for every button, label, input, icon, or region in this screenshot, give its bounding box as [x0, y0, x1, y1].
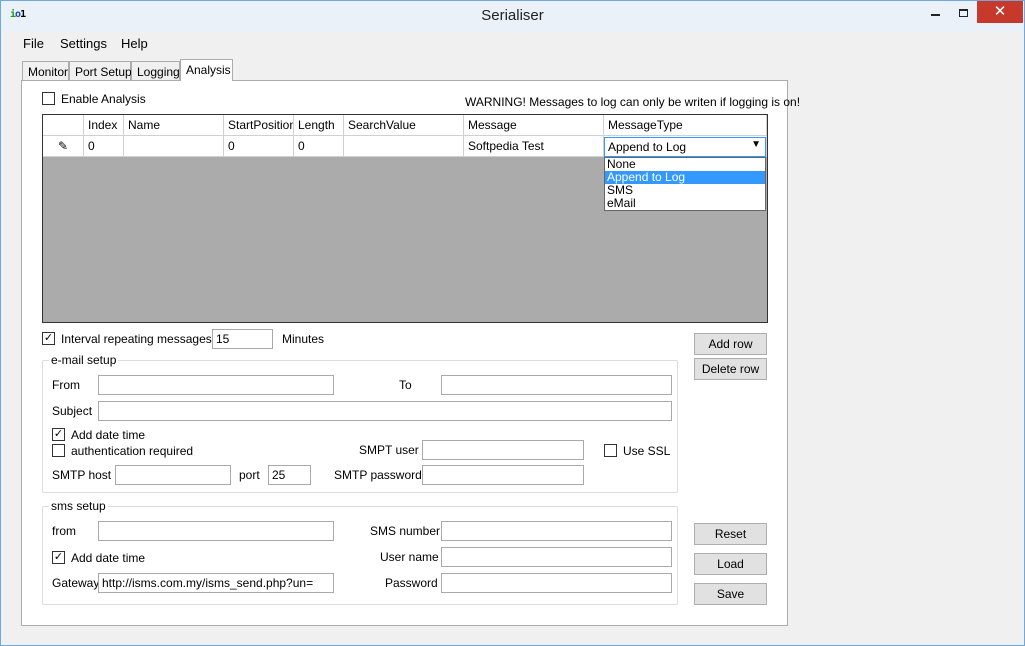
- sms-setup-title: sms setup: [49, 499, 108, 513]
- smtp-host-label: SMTP host: [52, 468, 112, 482]
- grid-corner: [43, 115, 84, 136]
- menu-bar: File Settings Help: [1, 33, 1024, 55]
- column-header-searchvalue[interactable]: SearchValue: [344, 115, 464, 136]
- column-header-name[interactable]: Name: [124, 115, 224, 136]
- sms-from-field[interactable]: [98, 521, 334, 541]
- sms-password-field[interactable]: [441, 573, 672, 593]
- cell-startposition[interactable]: 0: [224, 136, 294, 157]
- auth-required-label: authentication required: [71, 444, 194, 458]
- use-ssl-checkbox[interactable]: [604, 444, 617, 457]
- tab-logging[interactable]: Logging: [131, 61, 180, 81]
- messagetype-combo-value: Append to Log: [608, 140, 687, 154]
- email-from-label: From: [52, 378, 80, 392]
- dropdown-option-email[interactable]: eMail: [605, 197, 765, 210]
- chevron-down-icon[interactable]: ▼: [751, 139, 761, 150]
- smpt-user-field[interactable]: [422, 440, 584, 460]
- smpt-user-label: SMPT user: [359, 443, 419, 457]
- delete-row-button[interactable]: Delete row: [694, 358, 767, 380]
- smtp-password-field[interactable]: [422, 465, 584, 485]
- use-ssl-label: Use SSL: [623, 444, 671, 458]
- app-window: io1 Serialiser ✕ File Settings Help Moni…: [0, 0, 1025, 646]
- cell-searchvalue[interactable]: [344, 136, 464, 157]
- load-button[interactable]: Load: [694, 553, 767, 575]
- row-edit-icon[interactable]: ✎: [43, 136, 84, 157]
- close-icon[interactable]: ✕: [977, 1, 1023, 23]
- auth-required-checkbox[interactable]: [52, 444, 65, 457]
- column-header-index[interactable]: Index: [84, 115, 124, 136]
- maximize-icon[interactable]: [949, 1, 977, 23]
- email-to-field[interactable]: [441, 375, 672, 395]
- messagetype-combo[interactable]: Append to Log ▼: [604, 137, 766, 157]
- sms-number-label: SMS number: [370, 524, 441, 538]
- minimize-icon[interactable]: [921, 1, 949, 23]
- enable-analysis-checkbox[interactable]: [42, 92, 55, 105]
- interval-label: Interval repeating messages for: [61, 332, 230, 346]
- cell-length[interactable]: 0: [294, 136, 344, 157]
- gateway-field[interactable]: http://isms.com.my/isms_send.php?un=: [98, 573, 334, 593]
- column-header-startposition[interactable]: StartPosition: [224, 115, 294, 136]
- warning-text: WARNING! Messages to log can only be wri…: [465, 95, 801, 109]
- user-name-label: User name: [380, 550, 439, 564]
- tab-analysis[interactable]: Analysis: [180, 59, 233, 81]
- column-header-message[interactable]: Message: [464, 115, 604, 136]
- add-row-button[interactable]: Add row: [694, 333, 767, 355]
- window-title: Serialiser: [481, 7, 544, 24]
- messagetype-dropdown[interactable]: None Append to Log SMS eMail: [604, 157, 766, 211]
- smtp-host-field[interactable]: [115, 465, 231, 485]
- sms-number-field[interactable]: [441, 521, 672, 541]
- save-button[interactable]: Save: [694, 583, 767, 605]
- email-add-date-checkbox[interactable]: ✓: [52, 428, 65, 441]
- email-to-label: To: [399, 378, 412, 392]
- sms-add-date-label: Add date time: [71, 551, 146, 565]
- cell-index[interactable]: 0: [84, 136, 124, 157]
- smtp-password-label: SMTP password: [334, 468, 422, 482]
- menu-file[interactable]: File: [23, 36, 44, 51]
- port-field[interactable]: 25: [268, 465, 311, 485]
- tab-port-setup[interactable]: Port Setup: [69, 61, 132, 81]
- sms-add-date-checkbox[interactable]: ✓: [52, 551, 65, 564]
- menu-settings[interactable]: Settings: [60, 36, 107, 51]
- interval-unit: Minutes: [282, 332, 325, 346]
- sms-password-label: Password: [385, 576, 438, 590]
- menu-help[interactable]: Help: [121, 36, 148, 51]
- interval-input[interactable]: 15: [212, 329, 273, 349]
- grid-header: Index Name StartPosition Length SearchVa…: [43, 115, 767, 136]
- email-add-date-label: Add date time: [71, 428, 146, 442]
- email-subject-label: Subject: [52, 404, 93, 418]
- column-header-messagetype[interactable]: MessageType: [604, 115, 767, 136]
- email-from-field[interactable]: [98, 375, 334, 395]
- analysis-grid[interactable]: Index Name StartPosition Length SearchVa…: [42, 114, 768, 323]
- sms-from-label: from: [52, 524, 76, 538]
- title-bar[interactable]: io1 Serialiser ✕: [1, 1, 1024, 32]
- cell-name[interactable]: [124, 136, 224, 157]
- reset-button[interactable]: Reset: [694, 523, 767, 545]
- gateway-label: Gateway: [52, 576, 100, 590]
- port-label: port: [239, 468, 260, 482]
- enable-analysis-label: Enable Analysis: [61, 92, 146, 106]
- email-subject-field[interactable]: [98, 401, 672, 421]
- email-setup-title: e-mail setup: [49, 353, 119, 367]
- tab-monitor[interactable]: Monitor: [22, 61, 69, 81]
- column-header-length[interactable]: Length: [294, 115, 344, 136]
- interval-checkbox[interactable]: ✓: [42, 332, 55, 345]
- cell-message[interactable]: Softpedia Test: [464, 136, 604, 157]
- user-name-field[interactable]: [441, 547, 672, 567]
